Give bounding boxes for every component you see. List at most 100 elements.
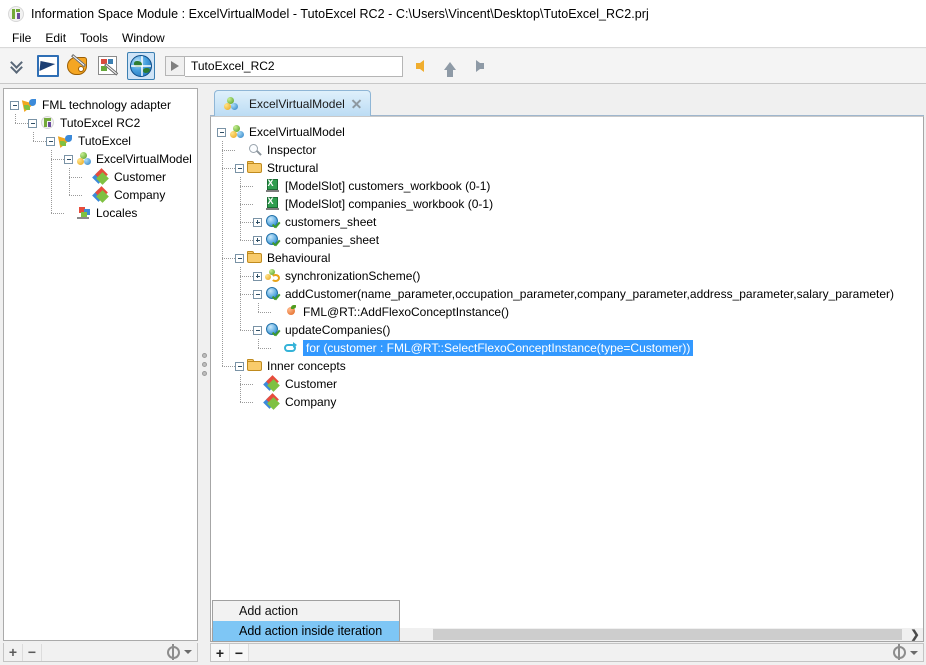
- back-button[interactable]: [407, 53, 433, 79]
- collapse-toggle[interactable]: [217, 127, 226, 137]
- expand-toggle[interactable]: [253, 235, 262, 245]
- tree-row-label: [ModelSlot] companies_workbook (0-1): [285, 197, 494, 211]
- tree-guide-line: [33, 141, 46, 142]
- tree-row-label: FML technology adapter: [42, 98, 171, 112]
- scroll-right-button[interactable]: ❯: [907, 628, 923, 641]
- information-space-button[interactable]: [127, 52, 155, 80]
- menu-bar: File Edit Tools Window: [0, 28, 926, 48]
- sidebar-add-button[interactable]: +: [4, 643, 23, 661]
- collapse-toggle[interactable]: [253, 289, 262, 299]
- collapse-toggle[interactable]: [46, 136, 55, 146]
- run-button[interactable]: [165, 56, 185, 76]
- collapse-toggle[interactable]: [235, 361, 244, 371]
- sidebar-remove-button[interactable]: −: [23, 643, 42, 661]
- tree-guide-line: [222, 141, 223, 366]
- collapse-toggle[interactable]: [235, 253, 244, 263]
- menu-item-file[interactable]: File: [5, 30, 38, 46]
- gear-icon: [167, 643, 180, 660]
- diagram-editor-icon: [98, 55, 122, 77]
- tree-row[interactable]: for (customer : FML@RT::SelectFlexoConce…: [271, 339, 694, 357]
- tree-row[interactable]: TutoExcel RC2: [28, 114, 140, 132]
- diagram-editor-button[interactable]: [96, 52, 124, 80]
- forward-button[interactable]: [467, 53, 493, 79]
- sidebar-tree-panel[interactable]: FML technology adapter TutoExcel RC2 TutoE…: [3, 88, 198, 641]
- tree-row-label: for (customer : FML@RT::SelectFlexoConce…: [303, 340, 694, 356]
- tree-guide-line: [258, 348, 271, 349]
- tree-row[interactable]: Behavioural: [235, 249, 330, 267]
- tree-guide-line: [240, 204, 253, 205]
- tree-guide-line: [258, 339, 259, 348]
- tree-row[interactable]: ExcelVirtualModel: [217, 123, 345, 141]
- tree-row[interactable]: ExcelVirtualModel: [64, 150, 192, 168]
- tree-row[interactable]: TutoExcel: [46, 132, 131, 150]
- spheres-icon: [76, 151, 92, 167]
- up-arrow-icon: [444, 62, 456, 77]
- title-bar: Information Space Module : ExcelVirtualM…: [0, 0, 926, 28]
- folder-icon: [247, 358, 263, 374]
- tree-row[interactable]: Company: [82, 186, 165, 204]
- expand-all-icon: [9, 56, 25, 74]
- tree-row-label: updateCompanies(): [285, 323, 391, 337]
- main-settings-button[interactable]: [893, 644, 918, 660]
- tree-guide-line: [51, 159, 64, 160]
- tree-row[interactable]: Customer: [253, 375, 337, 393]
- tab-excel-virtual-model[interactable]: ExcelVirtualModel: [214, 90, 371, 116]
- tree-guide-line: [69, 195, 82, 196]
- tree-row[interactable]: Customer: [82, 168, 166, 186]
- model-tree-panel[interactable]: ExcelVirtualModel Inspector Structural X [Mo…: [210, 116, 924, 641]
- collapse-toggle[interactable]: [253, 325, 262, 335]
- scrollbar-thumb[interactable]: [433, 629, 902, 640]
- forward-arrow-icon: [476, 60, 484, 72]
- path-input[interactable]: TutoExcel_RC2: [185, 55, 403, 77]
- tree-row[interactable]: X [ModelSlot] customers_workbook (0-1): [253, 177, 490, 195]
- menu-item-add-action[interactable]: Add action: [213, 601, 399, 621]
- collapse-toggle[interactable]: [10, 100, 19, 110]
- tree-row[interactable]: customers_sheet: [253, 213, 376, 231]
- excel-icon: X: [265, 196, 281, 212]
- tree-row[interactable]: FML technology adapter: [10, 96, 171, 114]
- main-add-button[interactable]: +: [211, 644, 230, 661]
- menu-item-add-action-inside-iteration[interactable]: Add action inside iteration: [213, 621, 399, 641]
- palette-button[interactable]: [65, 52, 93, 80]
- expand-toggle[interactable]: [253, 271, 262, 281]
- tree-guide-line: [258, 312, 271, 313]
- collapse-toggle[interactable]: [235, 163, 244, 173]
- tree-row[interactable]: synchronizationScheme(): [253, 267, 420, 285]
- view-point-button[interactable]: [34, 52, 62, 80]
- excel-icon: X: [265, 178, 281, 194]
- splitter-grip: [201, 353, 207, 376]
- run-icon: [171, 61, 179, 71]
- tree-row[interactable]: X [ModelSlot] companies_workbook (0-1): [253, 195, 493, 213]
- tree-row[interactable]: Company: [253, 393, 336, 411]
- tree-row[interactable]: companies_sheet: [253, 231, 379, 249]
- tree-row-label: Customer: [114, 170, 167, 184]
- collapse-toggle[interactable]: [28, 118, 37, 128]
- tab-label: ExcelVirtualModel: [249, 96, 345, 111]
- tree-row[interactable]: Inspector: [235, 141, 316, 159]
- tree-row-label: Company: [285, 395, 337, 409]
- gear-icon: [893, 644, 906, 660]
- menu-item-window[interactable]: Window: [115, 30, 172, 46]
- sidebar-settings-button[interactable]: [167, 643, 192, 660]
- menu-item-tools[interactable]: Tools: [73, 30, 115, 46]
- tree-row-label: synchronizationScheme(): [285, 269, 421, 283]
- expand-toggle[interactable]: [253, 217, 262, 227]
- menu-item-edit[interactable]: Edit: [38, 30, 73, 46]
- up-button[interactable]: [437, 53, 463, 79]
- tree-row[interactable]: addCustomer(name_parameter,occupation_pa…: [253, 285, 894, 303]
- tree-row[interactable]: Locales: [64, 204, 137, 222]
- close-icon[interactable]: [351, 98, 362, 109]
- main-remove-button[interactable]: −: [230, 644, 249, 661]
- chevron-down-icon: [910, 650, 918, 655]
- expand-all-button[interactable]: [3, 52, 31, 80]
- panel-splitter[interactable]: [199, 88, 209, 641]
- collapse-toggle[interactable]: [64, 154, 73, 164]
- tree-row-label: Inner concepts: [267, 359, 346, 373]
- tree-row[interactable]: updateCompanies(): [253, 321, 390, 339]
- tree-row[interactable]: Structural: [235, 159, 318, 177]
- tree-row-label: companies_sheet: [285, 233, 380, 247]
- tree-row-label: Structural: [267, 161, 319, 175]
- tree-row[interactable]: FML@RT::AddFlexoConceptInstance(): [271, 303, 509, 321]
- tree-row[interactable]: Inner concepts: [235, 357, 346, 375]
- spheres-icon: [229, 124, 245, 140]
